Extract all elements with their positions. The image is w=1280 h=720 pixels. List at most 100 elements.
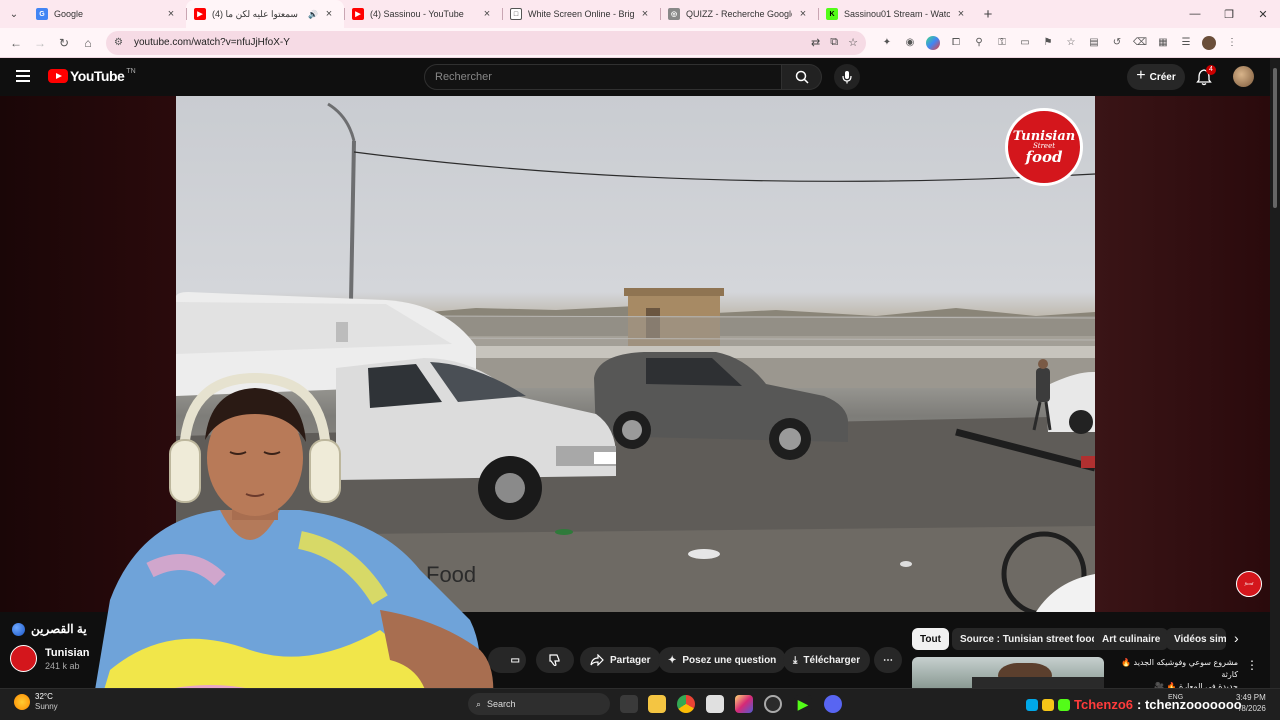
minimize-icon[interactable]: — — [1178, 0, 1212, 28]
obs-icon[interactable] — [764, 695, 782, 713]
taskbar-search[interactable]: ⌕ Search — [468, 693, 610, 715]
page-scrollbar[interactable] — [1270, 58, 1280, 688]
google-favicon-icon: G — [36, 8, 48, 20]
scrollbar-thumb[interactable] — [1273, 68, 1277, 208]
tab-search-menu-icon[interactable]: ⌄ — [0, 0, 28, 28]
stream-overlay-badge: Tchenzo6 : tchenzooooooo — [1026, 697, 1242, 712]
chrome-icon[interactable] — [677, 695, 695, 713]
history-icon[interactable]: ↺ — [1110, 36, 1124, 50]
address-bar[interactable]: ⚙ youtube.com/watch?v=nfuJjHfoX-Y ⇄ ⧉ ☆ — [106, 30, 866, 55]
close-tab-icon[interactable]: × — [322, 8, 336, 20]
tab-title: Sassinou01 Stream - Watch Live — [844, 9, 950, 19]
notifications-button[interactable]: 4 — [1196, 65, 1216, 86]
share-label: Partager — [610, 654, 651, 666]
browser-tab-kick-stream[interactable]: K Sassinou01 Stream - Watch Live × — [818, 0, 976, 28]
browser-menu-icon[interactable]: ⋮ — [1225, 36, 1239, 50]
channel-branding-watermark[interactable]: food — [1236, 571, 1262, 597]
reading-list-icon[interactable]: ▤ — [1087, 36, 1101, 50]
favorites-icon[interactable]: ☆ — [1064, 36, 1078, 50]
more-icon: ⋯ — [883, 654, 893, 666]
file-explorer-icon[interactable] — [648, 695, 666, 713]
chip-all[interactable]: Tout — [912, 628, 949, 650]
ask-question-button[interactable]: ✦ Posez une question — [658, 647, 787, 673]
key-icon[interactable]: ⚿ — [995, 36, 1009, 50]
download-icon: ⤓ — [793, 654, 798, 666]
youtube-play-icon — [48, 69, 68, 83]
sidebar-icon[interactable]: ☰ — [1179, 36, 1193, 50]
instagram-icon[interactable] — [735, 695, 753, 713]
sparkle-icon: ✦ — [668, 654, 677, 666]
chevron-right-icon[interactable]: › — [1234, 630, 1239, 646]
forward-icon[interactable]: → — [28, 31, 52, 55]
trash-icon[interactable]: ⌫ — [1133, 36, 1147, 50]
discord-icon[interactable] — [824, 695, 842, 713]
kebab-menu-icon[interactable]: ⋮ — [1246, 658, 1258, 672]
search-button[interactable] — [782, 64, 822, 90]
voice-search-button[interactable] — [834, 64, 860, 90]
more-actions-button[interactable]: ⋯ — [874, 647, 902, 673]
chip-source[interactable]: Source : Tunisian street food — [952, 628, 1106, 650]
browser-tab-white-screen[interactable]: □ White Screen Online - Bright W × — [502, 0, 660, 28]
close-tab-icon[interactable]: × — [796, 8, 810, 20]
browser-tab-quizz[interactable]: ◎ QUIZZ - Recherche Google × — [660, 0, 818, 28]
globe-icon — [12, 622, 25, 636]
home-icon[interactable]: ⌂ — [76, 31, 100, 55]
color-extension-icon[interactable] — [926, 35, 940, 50]
stream-handle: : tchenzooooooo — [1137, 697, 1242, 712]
notification-count-badge: 4 — [1206, 65, 1216, 75]
store-icon[interactable] — [706, 695, 724, 713]
country-code: TN — [126, 67, 136, 75]
channel-avatar[interactable] — [10, 645, 37, 672]
puzzle-extensions-icon[interactable]: ⧠ — [949, 36, 963, 50]
close-tab-icon[interactable]: × — [164, 8, 178, 20]
tab-title: QUIZZ - Recherche Google — [686, 9, 792, 19]
browser-toolbar: ← → ↻ ⌂ ⚙ youtube.com/watch?v=nfuJjHfoX-… — [0, 28, 1280, 58]
close-tab-icon[interactable]: × — [480, 8, 494, 20]
reload-icon[interactable]: ↻ — [52, 31, 76, 55]
site-info-icon[interactable]: ⚙ — [114, 37, 128, 48]
weather-text: Sunny — [35, 702, 58, 711]
install-app-icon[interactable]: ⧉ — [830, 36, 838, 49]
collections-icon[interactable]: ▦ — [1156, 36, 1170, 50]
search-icon: ⌕ — [476, 698, 482, 709]
close-tab-icon[interactable]: × — [638, 8, 652, 20]
bookmark-star-icon[interactable]: ☆ — [848, 36, 858, 49]
system-clock[interactable]: 3:49 PM /8/2026 — [1236, 692, 1266, 714]
card-icon[interactable]: ▭ — [1018, 36, 1032, 50]
extension-icon[interactable]: ✦ — [880, 36, 894, 50]
browser-tab-youtube-sassinou[interactable]: ▶ (4) Sassinou - YouTube × — [344, 0, 502, 28]
close-tab-icon[interactable]: × — [954, 8, 968, 20]
browser-tab-youtube-active[interactable]: ▶ (4) سمعتوا عليه لكن ما 🔊 × — [186, 0, 344, 28]
browser-tab-google[interactable]: G Google × — [28, 0, 186, 28]
overlay-icon — [1026, 698, 1038, 711]
download-button[interactable]: ⤓ Télécharger — [783, 647, 871, 673]
location-icon[interactable]: ⚑ — [1041, 36, 1055, 50]
ask-label: Posez une question — [682, 654, 777, 666]
share-button[interactable]: Partager — [580, 647, 661, 673]
create-button[interactable]: + Créer — [1127, 64, 1185, 90]
account-avatar[interactable] — [1233, 66, 1254, 87]
youtube-favicon-icon: ▶ — [194, 8, 206, 20]
tab-title: White Screen Online - Bright W — [528, 9, 634, 19]
youtube-logo[interactable]: YouTube TN — [48, 68, 136, 84]
translate-icon[interactable]: ⇄ — [811, 36, 820, 49]
extension-icon[interactable]: ◉ — [903, 36, 917, 50]
vpn-icon[interactable]: ⚲ — [972, 36, 986, 50]
chip-similar[interactable]: Vidéos simi — [1166, 628, 1226, 650]
chip-culinary[interactable]: Art culinaire — [1094, 628, 1169, 650]
restore-icon[interactable]: ❐ — [1212, 0, 1246, 28]
language-indicator[interactable]: ENG — [1168, 694, 1183, 701]
play-icon[interactable]: ▶ — [794, 695, 812, 713]
profile-avatar[interactable] — [1202, 35, 1216, 50]
search-input[interactable] — [435, 71, 781, 83]
recommended-video-thumbnail[interactable] — [912, 657, 1104, 688]
back-icon[interactable]: ← — [4, 31, 28, 55]
weather-widget[interactable]: 32°C Sunny — [14, 692, 58, 712]
audio-playing-icon[interactable]: 🔊 — [308, 10, 318, 19]
dislike-button[interactable] — [536, 647, 574, 673]
new-tab-button[interactable]: + — [976, 6, 1000, 23]
close-window-icon[interactable]: ✕ — [1246, 0, 1280, 28]
clock-time: 3:49 PM — [1236, 693, 1266, 702]
hamburger-menu-icon[interactable] — [16, 70, 30, 82]
task-view-icon[interactable] — [620, 695, 638, 713]
